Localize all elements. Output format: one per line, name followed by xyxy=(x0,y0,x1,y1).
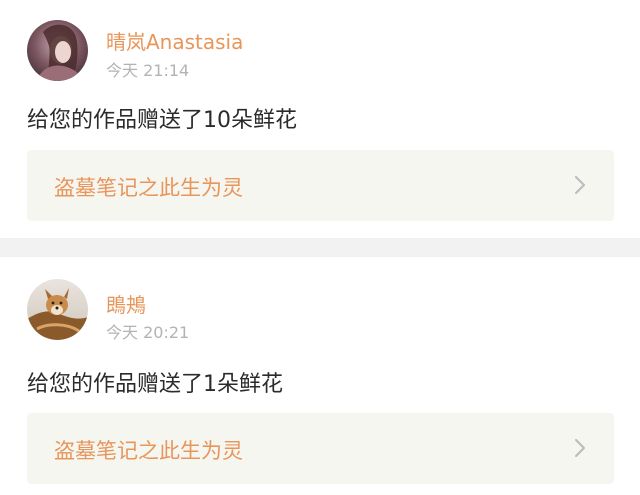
work-link-card[interactable]: 盗墓笔记之此生为灵 xyxy=(27,413,614,484)
username[interactable]: 鵖鴂 xyxy=(106,289,146,318)
notification-message: 给您的作品赠送了1朵鲜花 xyxy=(27,372,283,397)
avatar-woman-portrait-icon xyxy=(27,20,88,81)
notification-card: 晴岚Anastasia 今天 21:14 给您的作品赠送了10朵鲜花 盗墓笔记之… xyxy=(0,0,640,238)
user-avatar[interactable] xyxy=(27,279,88,340)
section-divider xyxy=(0,238,640,257)
chevron-right-icon xyxy=(574,438,586,458)
timestamp: 今天 20:21 xyxy=(106,323,190,342)
user-avatar[interactable] xyxy=(27,20,88,81)
notification-list: 晴岚Anastasia 今天 21:14 给您的作品赠送了10朵鲜花 盗墓笔记之… xyxy=(0,0,640,495)
work-title: 盗墓笔记之此生为灵 xyxy=(54,439,243,463)
chevron-right-icon xyxy=(574,175,586,195)
notification-message: 给您的作品赠送了10朵鲜花 xyxy=(27,108,297,133)
work-title: 盗墓笔记之此生为灵 xyxy=(54,176,243,200)
notification-card: 鵖鴂 今天 20:21 给您的作品赠送了1朵鲜花 盗墓笔记之此生为灵 xyxy=(0,257,640,495)
timestamp: 今天 21:14 xyxy=(106,61,190,80)
username[interactable]: 晴岚Anastasia xyxy=(106,26,243,55)
avatar-dog-photo-icon xyxy=(27,279,88,340)
work-link-card[interactable]: 盗墓笔记之此生为灵 xyxy=(27,150,614,221)
